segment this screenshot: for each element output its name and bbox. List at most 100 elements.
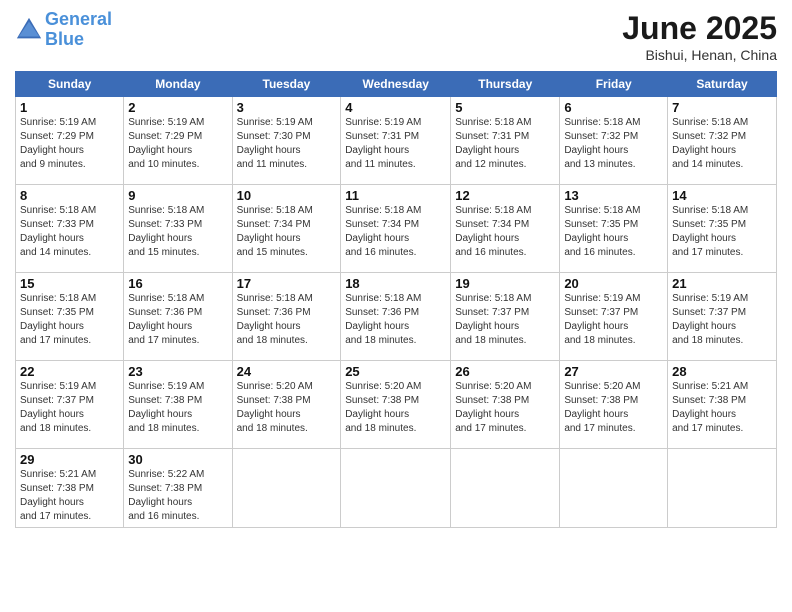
day-number: 3 [237,100,337,115]
day-number: 25 [345,364,446,379]
day-number: 15 [20,276,119,291]
day-number: 27 [564,364,663,379]
logo-icon [15,16,43,44]
calendar-cell: 13 Sunrise: 5:18 AM Sunset: 7:35 PM Dayl… [560,185,668,273]
calendar-cell: 10 Sunrise: 5:18 AM Sunset: 7:34 PM Dayl… [232,185,341,273]
day-info: Sunrise: 5:18 AM Sunset: 7:35 PM Dayligh… [20,292,119,348]
day-info: Sunrise: 5:18 AM Sunset: 7:37 PM Dayligh… [455,292,555,348]
day-number: 28 [672,364,772,379]
calendar-cell: 6 Sunrise: 5:18 AM Sunset: 7:32 PM Dayli… [560,97,668,185]
calendar-cell: 23 Sunrise: 5:19 AM Sunset: 7:38 PM Dayl… [124,361,232,449]
day-info: Sunrise: 5:19 AM Sunset: 7:30 PM Dayligh… [237,116,337,172]
day-info: Sunrise: 5:19 AM Sunset: 7:38 PM Dayligh… [128,380,227,436]
page: General Blue June 2025 Bishui, Henan, Ch… [0,0,792,612]
col-tuesday: Tuesday [232,72,341,97]
calendar-cell: 19 Sunrise: 5:18 AM Sunset: 7:37 PM Dayl… [451,273,560,361]
calendar-cell [560,449,668,528]
subtitle: Bishui, Henan, China [622,47,777,63]
day-info: Sunrise: 5:19 AM Sunset: 7:37 PM Dayligh… [672,292,772,348]
calendar-cell: 18 Sunrise: 5:18 AM Sunset: 7:36 PM Dayl… [341,273,451,361]
day-number: 21 [672,276,772,291]
week-row-5: 29 Sunrise: 5:21 AM Sunset: 7:38 PM Dayl… [16,449,777,528]
calendar-cell [341,449,451,528]
title-block: June 2025 Bishui, Henan, China [622,10,777,63]
day-number: 17 [237,276,337,291]
day-info: Sunrise: 5:18 AM Sunset: 7:36 PM Dayligh… [345,292,446,348]
calendar-cell: 26 Sunrise: 5:20 AM Sunset: 7:38 PM Dayl… [451,361,560,449]
calendar-cell: 20 Sunrise: 5:19 AM Sunset: 7:37 PM Dayl… [560,273,668,361]
col-monday: Monday [124,72,232,97]
week-row-2: 8 Sunrise: 5:18 AM Sunset: 7:33 PM Dayli… [16,185,777,273]
day-number: 8 [20,188,119,203]
calendar-cell: 30 Sunrise: 5:22 AM Sunset: 7:38 PM Dayl… [124,449,232,528]
day-info: Sunrise: 5:20 AM Sunset: 7:38 PM Dayligh… [455,380,555,436]
calendar-cell: 24 Sunrise: 5:20 AM Sunset: 7:38 PM Dayl… [232,361,341,449]
col-sunday: Sunday [16,72,124,97]
day-number: 14 [672,188,772,203]
day-info: Sunrise: 5:19 AM Sunset: 7:31 PM Dayligh… [345,116,446,172]
calendar-cell: 7 Sunrise: 5:18 AM Sunset: 7:32 PM Dayli… [668,97,777,185]
calendar-header-row: Sunday Monday Tuesday Wednesday Thursday… [16,72,777,97]
main-title: June 2025 [622,10,777,47]
day-number: 12 [455,188,555,203]
day-info: Sunrise: 5:18 AM Sunset: 7:34 PM Dayligh… [345,204,446,260]
calendar-cell: 12 Sunrise: 5:18 AM Sunset: 7:34 PM Dayl… [451,185,560,273]
calendar-cell [451,449,560,528]
calendar-cell: 3 Sunrise: 5:19 AM Sunset: 7:30 PM Dayli… [232,97,341,185]
calendar-cell: 9 Sunrise: 5:18 AM Sunset: 7:33 PM Dayli… [124,185,232,273]
day-info: Sunrise: 5:21 AM Sunset: 7:38 PM Dayligh… [672,380,772,436]
day-number: 22 [20,364,119,379]
calendar-cell: 1 Sunrise: 5:19 AM Sunset: 7:29 PM Dayli… [16,97,124,185]
day-number: 20 [564,276,663,291]
header: General Blue June 2025 Bishui, Henan, Ch… [15,10,777,63]
calendar-cell: 16 Sunrise: 5:18 AM Sunset: 7:36 PM Dayl… [124,273,232,361]
week-row-1: 1 Sunrise: 5:19 AM Sunset: 7:29 PM Dayli… [16,97,777,185]
day-info: Sunrise: 5:19 AM Sunset: 7:29 PM Dayligh… [20,116,119,172]
col-saturday: Saturday [668,72,777,97]
day-number: 19 [455,276,555,291]
day-number: 4 [345,100,446,115]
calendar-cell [668,449,777,528]
day-number: 6 [564,100,663,115]
day-info: Sunrise: 5:18 AM Sunset: 7:33 PM Dayligh… [128,204,227,260]
day-number: 7 [672,100,772,115]
day-number: 26 [455,364,555,379]
day-info: Sunrise: 5:19 AM Sunset: 7:37 PM Dayligh… [564,292,663,348]
calendar-cell: 29 Sunrise: 5:21 AM Sunset: 7:38 PM Dayl… [16,449,124,528]
day-number: 11 [345,188,446,203]
day-number: 24 [237,364,337,379]
logo: General Blue [15,10,112,50]
col-wednesday: Wednesday [341,72,451,97]
col-thursday: Thursday [451,72,560,97]
day-info: Sunrise: 5:18 AM Sunset: 7:32 PM Dayligh… [672,116,772,172]
calendar-cell: 28 Sunrise: 5:21 AM Sunset: 7:38 PM Dayl… [668,361,777,449]
day-number: 16 [128,276,227,291]
calendar-cell: 5 Sunrise: 5:18 AM Sunset: 7:31 PM Dayli… [451,97,560,185]
day-info: Sunrise: 5:22 AM Sunset: 7:38 PM Dayligh… [128,468,227,524]
week-row-3: 15 Sunrise: 5:18 AM Sunset: 7:35 PM Dayl… [16,273,777,361]
calendar-cell: 15 Sunrise: 5:18 AM Sunset: 7:35 PM Dayl… [16,273,124,361]
calendar-cell [232,449,341,528]
calendar-cell: 25 Sunrise: 5:20 AM Sunset: 7:38 PM Dayl… [341,361,451,449]
day-number: 2 [128,100,227,115]
day-info: Sunrise: 5:20 AM Sunset: 7:38 PM Dayligh… [564,380,663,436]
day-number: 1 [20,100,119,115]
day-info: Sunrise: 5:18 AM Sunset: 7:34 PM Dayligh… [237,204,337,260]
day-info: Sunrise: 5:18 AM Sunset: 7:31 PM Dayligh… [455,116,555,172]
day-info: Sunrise: 5:18 AM Sunset: 7:35 PM Dayligh… [564,204,663,260]
day-number: 29 [20,452,119,467]
day-number: 10 [237,188,337,203]
calendar-cell: 27 Sunrise: 5:20 AM Sunset: 7:38 PM Dayl… [560,361,668,449]
day-info: Sunrise: 5:20 AM Sunset: 7:38 PM Dayligh… [237,380,337,436]
day-info: Sunrise: 5:18 AM Sunset: 7:34 PM Dayligh… [455,204,555,260]
day-info: Sunrise: 5:18 AM Sunset: 7:32 PM Dayligh… [564,116,663,172]
day-number: 13 [564,188,663,203]
day-info: Sunrise: 5:18 AM Sunset: 7:33 PM Dayligh… [20,204,119,260]
calendar-cell: 4 Sunrise: 5:19 AM Sunset: 7:31 PM Dayli… [341,97,451,185]
day-info: Sunrise: 5:18 AM Sunset: 7:35 PM Dayligh… [672,204,772,260]
day-info: Sunrise: 5:21 AM Sunset: 7:38 PM Dayligh… [20,468,119,524]
day-number: 9 [128,188,227,203]
calendar-cell: 2 Sunrise: 5:19 AM Sunset: 7:29 PM Dayli… [124,97,232,185]
day-number: 30 [128,452,227,467]
day-info: Sunrise: 5:18 AM Sunset: 7:36 PM Dayligh… [128,292,227,348]
